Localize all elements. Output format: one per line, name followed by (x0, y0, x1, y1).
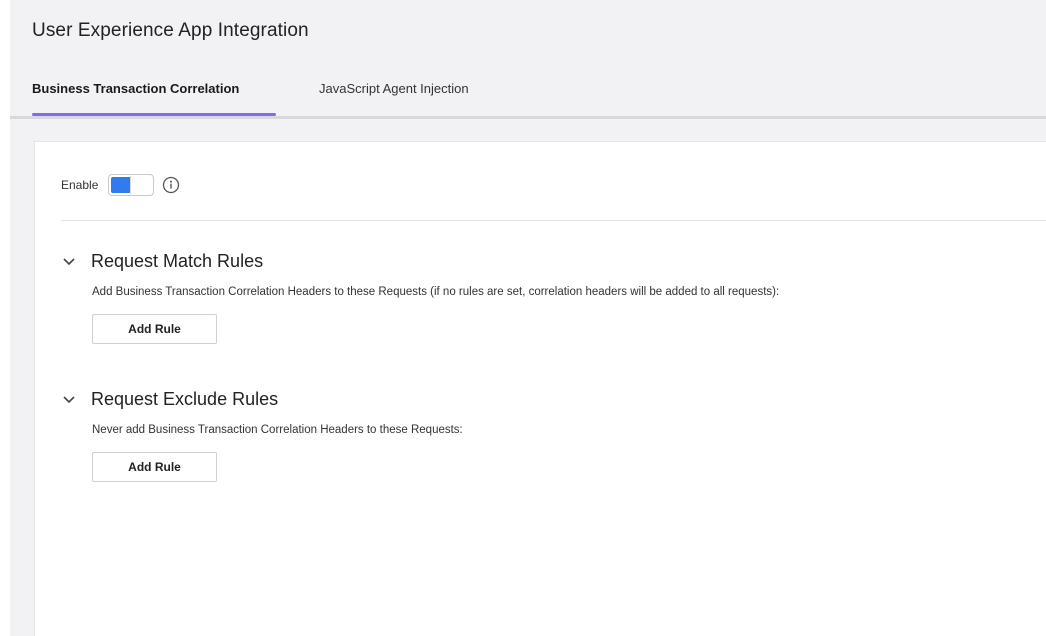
settings-panel: Enable Request Match Rules Add Business … (34, 141, 1046, 636)
add-exclude-rule-button[interactable]: Add Rule (92, 452, 217, 482)
tab-bar: Business Transaction Correlation JavaScr… (10, 70, 1046, 119)
add-match-rule-button[interactable]: Add Rule (92, 314, 217, 344)
chevron-down-icon[interactable] (61, 391, 77, 407)
app-window: User Experience App Integration Business… (10, 0, 1046, 636)
enable-label: Enable (61, 178, 99, 192)
section-header: Request Match Rules (61, 248, 1046, 274)
divider (61, 220, 1046, 221)
page-title: User Experience App Integration (32, 20, 309, 41)
section-header: Request Exclude Rules (61, 386, 1046, 412)
section-title: Request Exclude Rules (91, 388, 279, 409)
section-title: Request Match Rules (91, 250, 264, 271)
tab-javascript-agent-injection[interactable]: JavaScript Agent Injection (319, 81, 469, 109)
chevron-down-icon[interactable] (61, 253, 77, 269)
enable-toggle[interactable] (108, 174, 155, 196)
section-description: Add Business Transaction Correlation Hea… (92, 286, 780, 298)
toggle-knob (130, 176, 152, 194)
tab-business-transaction-correlation[interactable]: Business Transaction Correlation (32, 81, 239, 109)
enable-row: Enable (61, 173, 180, 197)
toggle-on-indicator (111, 177, 132, 193)
request-match-rules-section: Request Match Rules Add Business Transac… (61, 248, 1046, 344)
info-circle-icon[interactable] (162, 176, 180, 194)
section-description: Never add Business Transaction Correlati… (92, 424, 463, 436)
request-exclude-rules-section: Request Exclude Rules Never add Business… (61, 386, 1046, 482)
active-tab-indicator (32, 113, 276, 116)
